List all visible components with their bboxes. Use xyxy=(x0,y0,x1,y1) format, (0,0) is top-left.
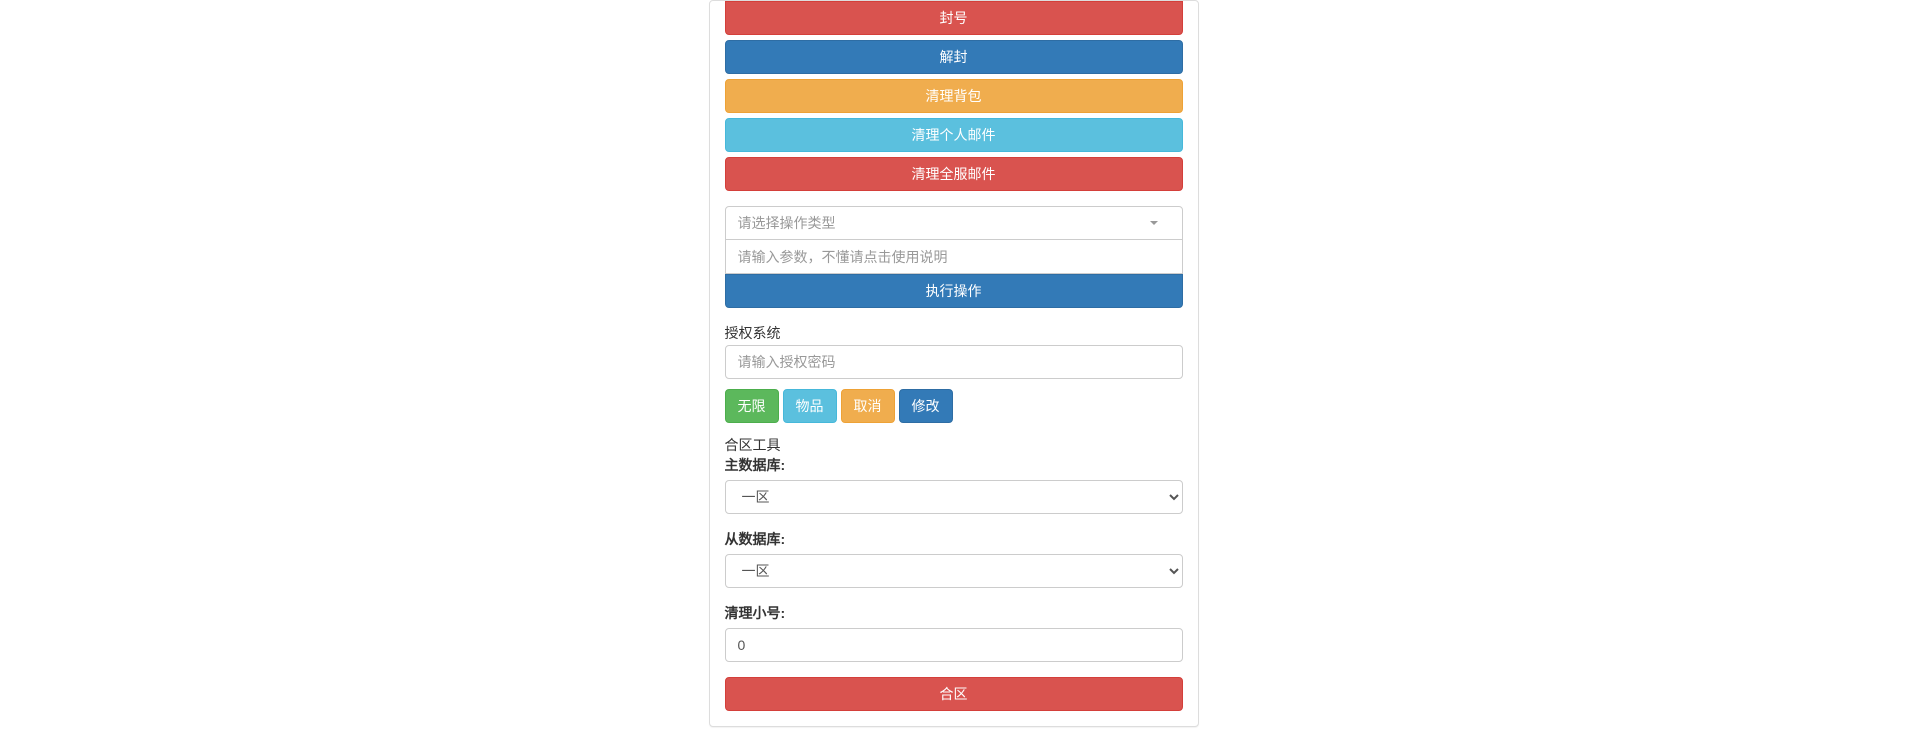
merge-tool-section: 合区工具 主数据库: 一区 从数据库: 一区 清理小号: 合区 xyxy=(725,435,1183,711)
admin-panel: 封号 解封 清理背包 清理个人邮件 清理全服邮件 请选择操作类型 执行操作 授权… xyxy=(709,0,1199,727)
item-button[interactable]: 物品 xyxy=(783,389,837,423)
execute-operation-button[interactable]: 执行操作 xyxy=(725,274,1183,308)
modify-button[interactable]: 修改 xyxy=(899,389,953,423)
clear-personal-mail-button[interactable]: 清理个人邮件 xyxy=(725,118,1183,152)
merge-tool-title: 合区工具 xyxy=(725,435,1183,455)
cancel-button[interactable]: 取消 xyxy=(841,389,895,423)
merge-button[interactable]: 合区 xyxy=(725,677,1183,711)
operation-type-select[interactable]: 请选择操作类型 xyxy=(725,206,1183,240)
slave-db-select[interactable]: 一区 xyxy=(725,554,1183,588)
clear-server-mail-button[interactable]: 清理全服邮件 xyxy=(725,157,1183,191)
auth-system-label: 授权系统 xyxy=(725,323,1183,343)
clear-alt-input[interactable] xyxy=(725,628,1183,662)
clear-alt-group: 清理小号: xyxy=(725,603,1183,662)
main-db-label: 主数据库: xyxy=(725,455,786,475)
operation-param-input[interactable] xyxy=(725,240,1183,274)
unban-button[interactable]: 解封 xyxy=(725,40,1183,74)
unlimited-button[interactable]: 无限 xyxy=(725,389,779,423)
ban-button[interactable]: 封号 xyxy=(725,1,1183,35)
clear-bag-button[interactable]: 清理背包 xyxy=(725,79,1183,113)
operation-type-wrap: 请选择操作类型 执行操作 xyxy=(725,206,1183,308)
chevron-down-icon xyxy=(1150,221,1158,225)
operation-type-placeholder: 请选择操作类型 xyxy=(738,213,836,233)
slave-db-group: 从数据库: 一区 xyxy=(725,529,1183,588)
auth-button-row: 无限 物品 取消 修改 xyxy=(725,389,1183,423)
slave-db-label: 从数据库: xyxy=(725,529,786,549)
auth-password-input[interactable] xyxy=(725,345,1183,379)
main-db-select[interactable]: 一区 xyxy=(725,480,1183,514)
clear-alt-label: 清理小号: xyxy=(725,603,786,623)
action-buttons-group: 封号 解封 清理背包 清理个人邮件 清理全服邮件 xyxy=(725,1,1183,191)
main-db-group: 主数据库: 一区 xyxy=(725,455,1183,514)
